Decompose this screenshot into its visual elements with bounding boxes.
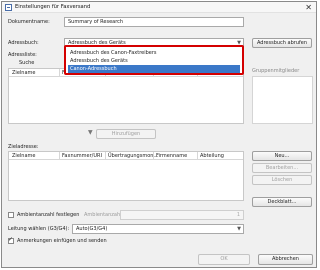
new-button[interactable]: Neu... [252, 151, 312, 161]
target-col-department[interactable]: Abteilung [200, 153, 224, 159]
search-label: Suche [19, 60, 35, 66]
target-col-target-name[interactable]: Zielname [12, 153, 35, 159]
dropdown-option[interactable]: Adressbuch des Canon-Faxtreibers [68, 49, 240, 57]
add-button[interactable]: Hinzufügen [96, 129, 156, 139]
line-select-label: Leitung wählen (G3/G4): [8, 226, 70, 232]
close-icon[interactable]: ✕ [305, 3, 312, 12]
fax-app-icon [5, 4, 12, 11]
delete-button[interactable]: Löschen [252, 175, 312, 185]
group-members-list[interactable] [252, 76, 313, 124]
target-col-fax-number[interactable]: Faxnummer/URI [62, 153, 102, 159]
col-target-name[interactable]: Zielname [12, 70, 35, 76]
target-address-table[interactable]: Zielname Faxnummer/URI Übertragungsmon..… [8, 151, 244, 201]
group-members-label: Gruppenmitglieder [252, 68, 300, 74]
arrow-down-icon: ▼ [88, 129, 93, 136]
cancel-button[interactable]: Abbrechen [258, 254, 313, 265]
set-copies-checkbox[interactable] [8, 212, 14, 218]
chevron-down-icon: ▼ [237, 226, 241, 232]
document-name-input[interactable]: Summary of Research [64, 17, 244, 27]
apply-comments-label: Anmerkungen einfügen und senden [17, 238, 107, 244]
edit-button[interactable]: Bearbeiten... [252, 163, 312, 173]
copies-count-label: Ambientanzahl: [84, 212, 124, 218]
fax-settings-dialog: Einstellungen für Faxversand ✕ Dokumentn… [1, 1, 317, 268]
address-list-label: Adressliste: [8, 52, 37, 58]
line-select[interactable]: Auto(G3/G4) ▼ [72, 224, 244, 234]
window-title: Einstellungen für Faxversand [15, 4, 91, 10]
address-book-label: Adressbuch: [8, 40, 39, 46]
dropdown-option-selected[interactable]: Canon-Adressbuch [68, 65, 240, 73]
cover-page-button[interactable]: Deckblatt... [252, 197, 312, 207]
line-select-value: Auto(G3/G4) [76, 226, 108, 232]
apply-comments-checkbox[interactable] [8, 236, 14, 244]
target-col-company[interactable]: Firmenname [156, 153, 187, 159]
dropdown-option[interactable]: Adressbuch des Geräts [68, 57, 240, 65]
target-address-label: Zieladresse: [8, 144, 39, 150]
target-col-transmission[interactable]: Übertragungsmon... [108, 153, 158, 159]
ok-button[interactable]: OK [198, 254, 250, 265]
target-list-header: Zielname Faxnummer/URI Übertragungsmon..… [9, 152, 243, 160]
title-bar: Einstellungen für Faxversand ✕ [2, 2, 316, 13]
set-copies-label: Ambientanzahl festlegen [17, 212, 80, 218]
address-list-table[interactable]: Zielname Faxnummer/URI Übertragungsmon..… [8, 68, 244, 124]
retrieve-address-book-button[interactable]: Adressbuch abrufen [252, 38, 312, 48]
address-book-dropdown: Adressbuch des Canon-Faxtreibers Adressb… [64, 45, 244, 75]
copies-count-input[interactable]: 1 [120, 210, 244, 220]
document-name-label: Dokumentname: [8, 19, 50, 25]
